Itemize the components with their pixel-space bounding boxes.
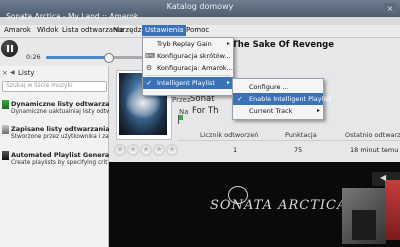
list-item-playlist-generator[interactable]: Automated Playlist Generator Create play… (1, 150, 120, 172)
stat-playcount: 1 (233, 146, 238, 154)
menu-item-replay-gain[interactable]: Tryb Replay Gain ▸ (143, 38, 233, 50)
intelligent-playlist-submenu: Configure ... ✓ Enable Intelligent Playl… (232, 78, 331, 120)
menu-item-label: Konfiguracja skrótów... (157, 52, 231, 60)
menu-item-label: Intelligent Playlist (157, 79, 215, 87)
settings-icon: ⚙ (145, 64, 153, 72)
list-item-title: Dynamiczne listy odtwarzania (11, 100, 121, 108)
window-subtitle: Sonata Arctica - My Land :: Amarok (6, 12, 139, 21)
stat-header-playcount: Licznik odtworzeń (200, 131, 259, 139)
submenu-item-label: Current Track (249, 107, 293, 115)
play-pause-button[interactable] (1, 40, 18, 57)
star-icon[interactable]: ★ (114, 144, 126, 156)
panel-title: Listy (18, 69, 35, 77)
menu-item-intelligent-playlist[interactable]: ✓ Intelligent Playlist ▸ (143, 77, 233, 89)
star-icon[interactable]: ★ (140, 144, 152, 156)
stat-last-played: 18 minut temu (350, 146, 399, 154)
now-playing-title: The Sake Of Revenge (232, 40, 334, 50)
menu-item-label: Konfiguracja: Amarok... (157, 64, 233, 72)
list-item-title: Zapisane listy odtwarzania (11, 125, 110, 133)
playlist-icon: ✓ (146, 79, 152, 87)
menu-widok[interactable]: Widok (37, 26, 59, 34)
list-item-title: Automated Playlist Generator (11, 151, 121, 159)
settings-menu: Tryb Replay Gain ▸ ⌨ Konfiguracja skrótó… (142, 37, 234, 96)
panel-back-icon[interactable]: ◀ (10, 69, 15, 76)
seek-handle[interactable] (104, 53, 114, 63)
keyboard-icon: ⌨ (145, 52, 156, 60)
list-item-subtitle: Dynamiczne uaktualniaj listy odtw (11, 109, 111, 115)
pause-icon-bar (11, 45, 13, 52)
seek-bar-fill (46, 56, 108, 59)
menu-item-configure-amarok[interactable]: ⚙ Konfiguracja: Amarok... (143, 62, 233, 74)
check-icon: ✓ (237, 95, 243, 103)
pause-icon (7, 45, 9, 52)
stat-header-last-played: Ostatnio odtwarzane (345, 131, 400, 139)
submenu-item-configure[interactable]: Configure ... (233, 81, 323, 93)
menu-amarok[interactable]: Amarok (4, 26, 31, 34)
menu-pomoc[interactable]: Pomoc (186, 26, 209, 34)
chevron-right-icon: ▸ (316, 107, 320, 114)
submenu-item-label: Configure ... (249, 83, 289, 91)
list-item-subtitle: Create playlists by specifying crit (11, 160, 108, 166)
elapsed-time: 0:26 (26, 53, 41, 61)
panel-close-icon[interactable]: × (2, 69, 8, 77)
menu-ustawienia[interactable]: Ustawienia (142, 25, 187, 36)
photo-thumbnail (352, 210, 376, 240)
submenu-item-enable[interactable]: ✓ Enable Intelligent Playlist (233, 93, 331, 105)
rating-stars[interactable]: ★ ★ ★ ★ ★ (114, 144, 179, 156)
window-close-button[interactable]: × (384, 3, 396, 14)
star-icon[interactable]: ★ (153, 144, 165, 156)
menu-separator (145, 75, 231, 76)
list-item-subtitle: Stworzone przez użytkownika i zap (11, 134, 113, 140)
artist-label: Przez (172, 96, 191, 104)
list-item-saved-playlists[interactable]: Zapisane listy odtwarzania Stworzone prz… (1, 124, 112, 146)
submenu-item-current-track[interactable]: Current Track ▸ (233, 105, 323, 117)
flag-icon (179, 115, 183, 120)
search-placeholder: Szukaj w liście muzyki (6, 82, 73, 89)
chevron-right-icon: ▸ (226, 79, 230, 86)
photo-thumbnail (385, 180, 400, 240)
stat-header-score: Punktacja (285, 131, 317, 139)
submenu-item-label: Enable Intelligent Playlist (249, 95, 332, 103)
replay-gain-icon (145, 40, 153, 48)
list-item-dynamic-playlists[interactable]: Dynamiczne listy odtwarzania Dynamiczne … (1, 99, 121, 121)
album-name[interactable]: For Th (192, 106, 219, 116)
stats-divider (178, 140, 400, 141)
menu-item-label: Tryb Replay Gain (157, 40, 212, 48)
chevron-right-icon: ▸ (226, 40, 230, 47)
saved-playlist-icon (2, 125, 9, 134)
stat-score: 75 (294, 146, 303, 154)
generator-icon (2, 151, 9, 160)
dynamic-playlist-icon (2, 100, 9, 109)
band-logo: SONATA ARCTICA (210, 198, 348, 213)
star-icon[interactable]: ★ (166, 144, 178, 156)
speaker-icon[interactable]: ◀ (380, 173, 386, 182)
window-title: Katalog domowy (166, 2, 234, 11)
menu-item-shortcuts[interactable]: ⌨ Konfiguracja skrótów... (143, 50, 233, 62)
star-icon[interactable]: ★ (127, 144, 139, 156)
